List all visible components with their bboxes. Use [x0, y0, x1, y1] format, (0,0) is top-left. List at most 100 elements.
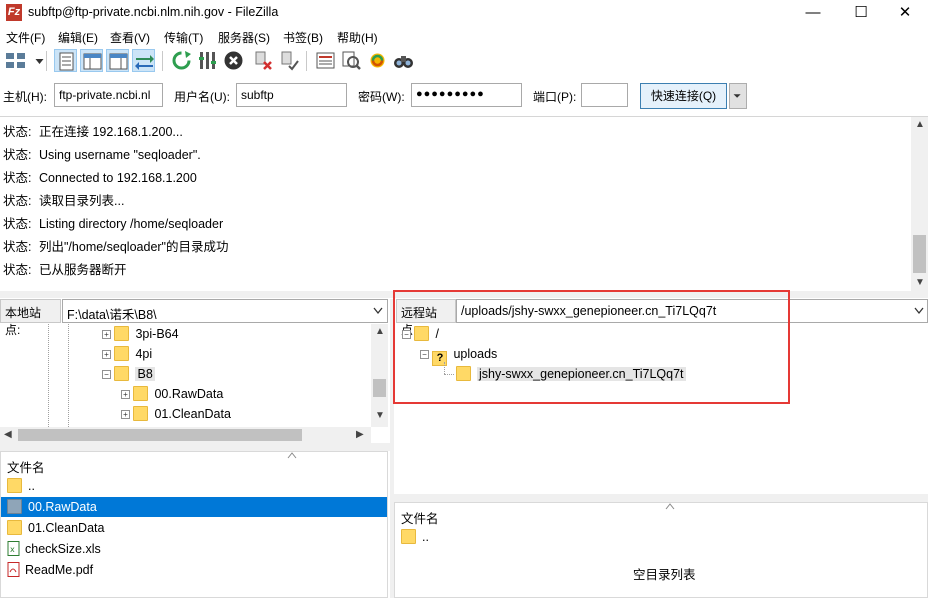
sort-asc-icon: [665, 503, 675, 510]
search-icon[interactable]: [392, 49, 415, 72]
expand-icon[interactable]: +: [121, 410, 130, 419]
excel-file-icon: x: [7, 541, 20, 556]
folder-icon: [114, 326, 130, 341]
message-log[interactable]: 状态: 正在连接 192.168.1.200... 状态: Using userna…: [0, 116, 928, 292]
username-input[interactable]: subftp: [236, 83, 347, 107]
log-scrollbar[interactable]: ▲ ▼: [911, 117, 928, 292]
local-path-input[interactable]: F:\data\诺禾\B8\: [62, 299, 388, 323]
quickconnect-history-dropdown[interactable]: [729, 83, 747, 109]
log-line: 状态: 读取目录列表...: [3, 194, 125, 208]
toggle-local-tree-icon[interactable]: [80, 49, 103, 72]
maximize-button[interactable]: ☐: [838, 0, 884, 26]
menu-server[interactable]: 服务器(S): [218, 29, 270, 46]
tree-item[interactable]: + 3pi-B64: [102, 324, 179, 344]
collapse-icon[interactable]: −: [102, 370, 111, 379]
expand-icon[interactable]: +: [102, 350, 111, 359]
site-manager-icon[interactable]: [4, 49, 27, 72]
filter-icon[interactable]: [314, 49, 337, 72]
remote-splitter[interactable]: [394, 494, 928, 502]
filezilla-app-icon: Fz: [6, 4, 22, 21]
cancel-icon[interactable]: [222, 49, 245, 72]
password-input[interactable]: ●●●●●●●●●: [411, 83, 522, 107]
reconnect-icon[interactable]: [278, 49, 301, 72]
log-scroll-thumb[interactable]: [913, 235, 926, 273]
sync-browse-icon[interactable]: [366, 49, 389, 72]
tree-item[interactable]: − B8: [102, 364, 155, 384]
folder-icon: [7, 520, 22, 535]
local-file-list[interactable]: 文件名 .. 00.RawData 01.CleanData x checkSiz…: [0, 451, 388, 598]
chevron-down-icon[interactable]: [914, 307, 924, 315]
username-label: 用户名(U):: [174, 90, 230, 104]
folder-icon: [114, 346, 130, 361]
sort-asc-icon: [287, 452, 297, 459]
minimize-button[interactable]: —: [790, 0, 836, 26]
port-input[interactable]: [581, 83, 628, 107]
local-site-label: 本地站点:: [0, 299, 61, 337]
expand-icon[interactable]: +: [102, 330, 111, 339]
log-line: 状态: Connected to 192.168.1.200: [3, 171, 197, 185]
list-item[interactable]: ..: [1, 476, 387, 496]
menu-bar: 文件(F) 编辑(E) 查看(V) 传输(T) 服务器(S) 书签(B) 帮助(…: [0, 27, 928, 47]
list-item-selected[interactable]: 00.RawData: [1, 497, 387, 517]
process-queue-icon[interactable]: [196, 49, 219, 72]
remote-file-list[interactable]: 文件名 .. 空目录列表: [394, 502, 928, 598]
toolbar: [0, 47, 928, 75]
host-input[interactable]: ftp-private.ncbi.nl: [54, 83, 163, 107]
compare-icon[interactable]: [340, 49, 363, 72]
folder-icon: [401, 529, 416, 544]
scroll-down-icon[interactable]: ▼: [915, 277, 925, 288]
scroll-up-icon[interactable]: ▲: [375, 326, 385, 337]
column-header-filename[interactable]: 文件名: [401, 508, 439, 527]
port-label: 端口(P):: [533, 90, 577, 104]
toggle-log-icon[interactable]: [54, 49, 77, 72]
local-splitter[interactable]: [0, 443, 390, 451]
scroll-down-icon[interactable]: ▼: [375, 410, 385, 421]
window-title: subftp@ftp-private.ncbi.nlm.nih.gov - Fi…: [28, 5, 279, 19]
menu-help[interactable]: 帮助(H): [337, 29, 378, 46]
folder-icon: [133, 406, 149, 421]
title-bar: Fz subftp@ftp-private.ncbi.nlm.nih.gov -…: [0, 0, 928, 26]
menu-view[interactable]: 查看(V): [110, 29, 150, 46]
local-tree-hscrollbar[interactable]: ◀ ▶: [0, 427, 371, 443]
column-header-filename[interactable]: 文件名: [7, 457, 45, 476]
quickconnect-button[interactable]: 快速连接(Q): [640, 83, 727, 109]
toggle-queue-icon[interactable]: [132, 49, 155, 72]
empty-directory-message: 空目录列表: [633, 568, 696, 582]
list-item[interactable]: x checkSize.xls: [1, 539, 387, 559]
local-directory-tree[interactable]: + 3pi-B64 + 4pi − B8 + 00.RawData + 01.C…: [0, 324, 388, 427]
chevron-down-icon: [733, 94, 741, 98]
scroll-up-icon[interactable]: ▲: [915, 119, 925, 130]
password-label: 密码(W):: [358, 90, 405, 104]
chevron-down-icon[interactable]: [373, 307, 383, 315]
list-item[interactable]: 01.CleanData: [1, 518, 387, 538]
log-line: 状态: 列出"/home/seqloader"的目录成功: [3, 240, 229, 254]
quickconnect-bar: 主机(H): ftp-private.ncbi.nl 用户名(U): subft…: [0, 78, 928, 112]
scroll-right-icon[interactable]: ▶: [356, 429, 364, 440]
tree-item[interactable]: + 4pi: [102, 344, 152, 364]
close-button[interactable]: ✕: [882, 0, 928, 26]
menu-bookmarks[interactable]: 书签(B): [283, 29, 323, 46]
local-tree-scroll-thumb[interactable]: [373, 379, 386, 397]
local-tree-hscroll-thumb[interactable]: [18, 429, 302, 441]
log-line: 状态: Listing directory /home/seqloader: [3, 217, 224, 231]
refresh-icon[interactable]: [170, 49, 193, 72]
menu-file[interactable]: 文件(F): [6, 29, 45, 46]
menu-transfer[interactable]: 传输(T): [164, 29, 203, 46]
expand-icon[interactable]: +: [121, 390, 130, 399]
svg-text:x: x: [10, 545, 15, 554]
tree-item[interactable]: + 01.CleanData: [121, 404, 231, 424]
menu-edit[interactable]: 编辑(E): [58, 29, 98, 46]
folder-icon: [7, 478, 22, 493]
disconnect-icon[interactable]: [252, 49, 275, 72]
list-item[interactable]: ReadMe.pdf: [1, 560, 387, 580]
toggle-remote-tree-icon[interactable]: [106, 49, 129, 72]
log-line: 状态: Using username "seqloader".: [3, 148, 201, 162]
folder-icon: [114, 366, 130, 381]
tree-item[interactable]: + 00.RawData: [121, 384, 223, 404]
log-line: 状态: 正在连接 192.168.1.200...: [3, 125, 183, 139]
list-item[interactable]: ..: [395, 527, 925, 547]
scroll-left-icon[interactable]: ◀: [4, 429, 12, 440]
dropdown-arrow-icon[interactable]: [28, 49, 44, 72]
highlight-box: [393, 290, 790, 404]
local-tree-scrollbar[interactable]: ▲ ▼: [371, 324, 388, 427]
